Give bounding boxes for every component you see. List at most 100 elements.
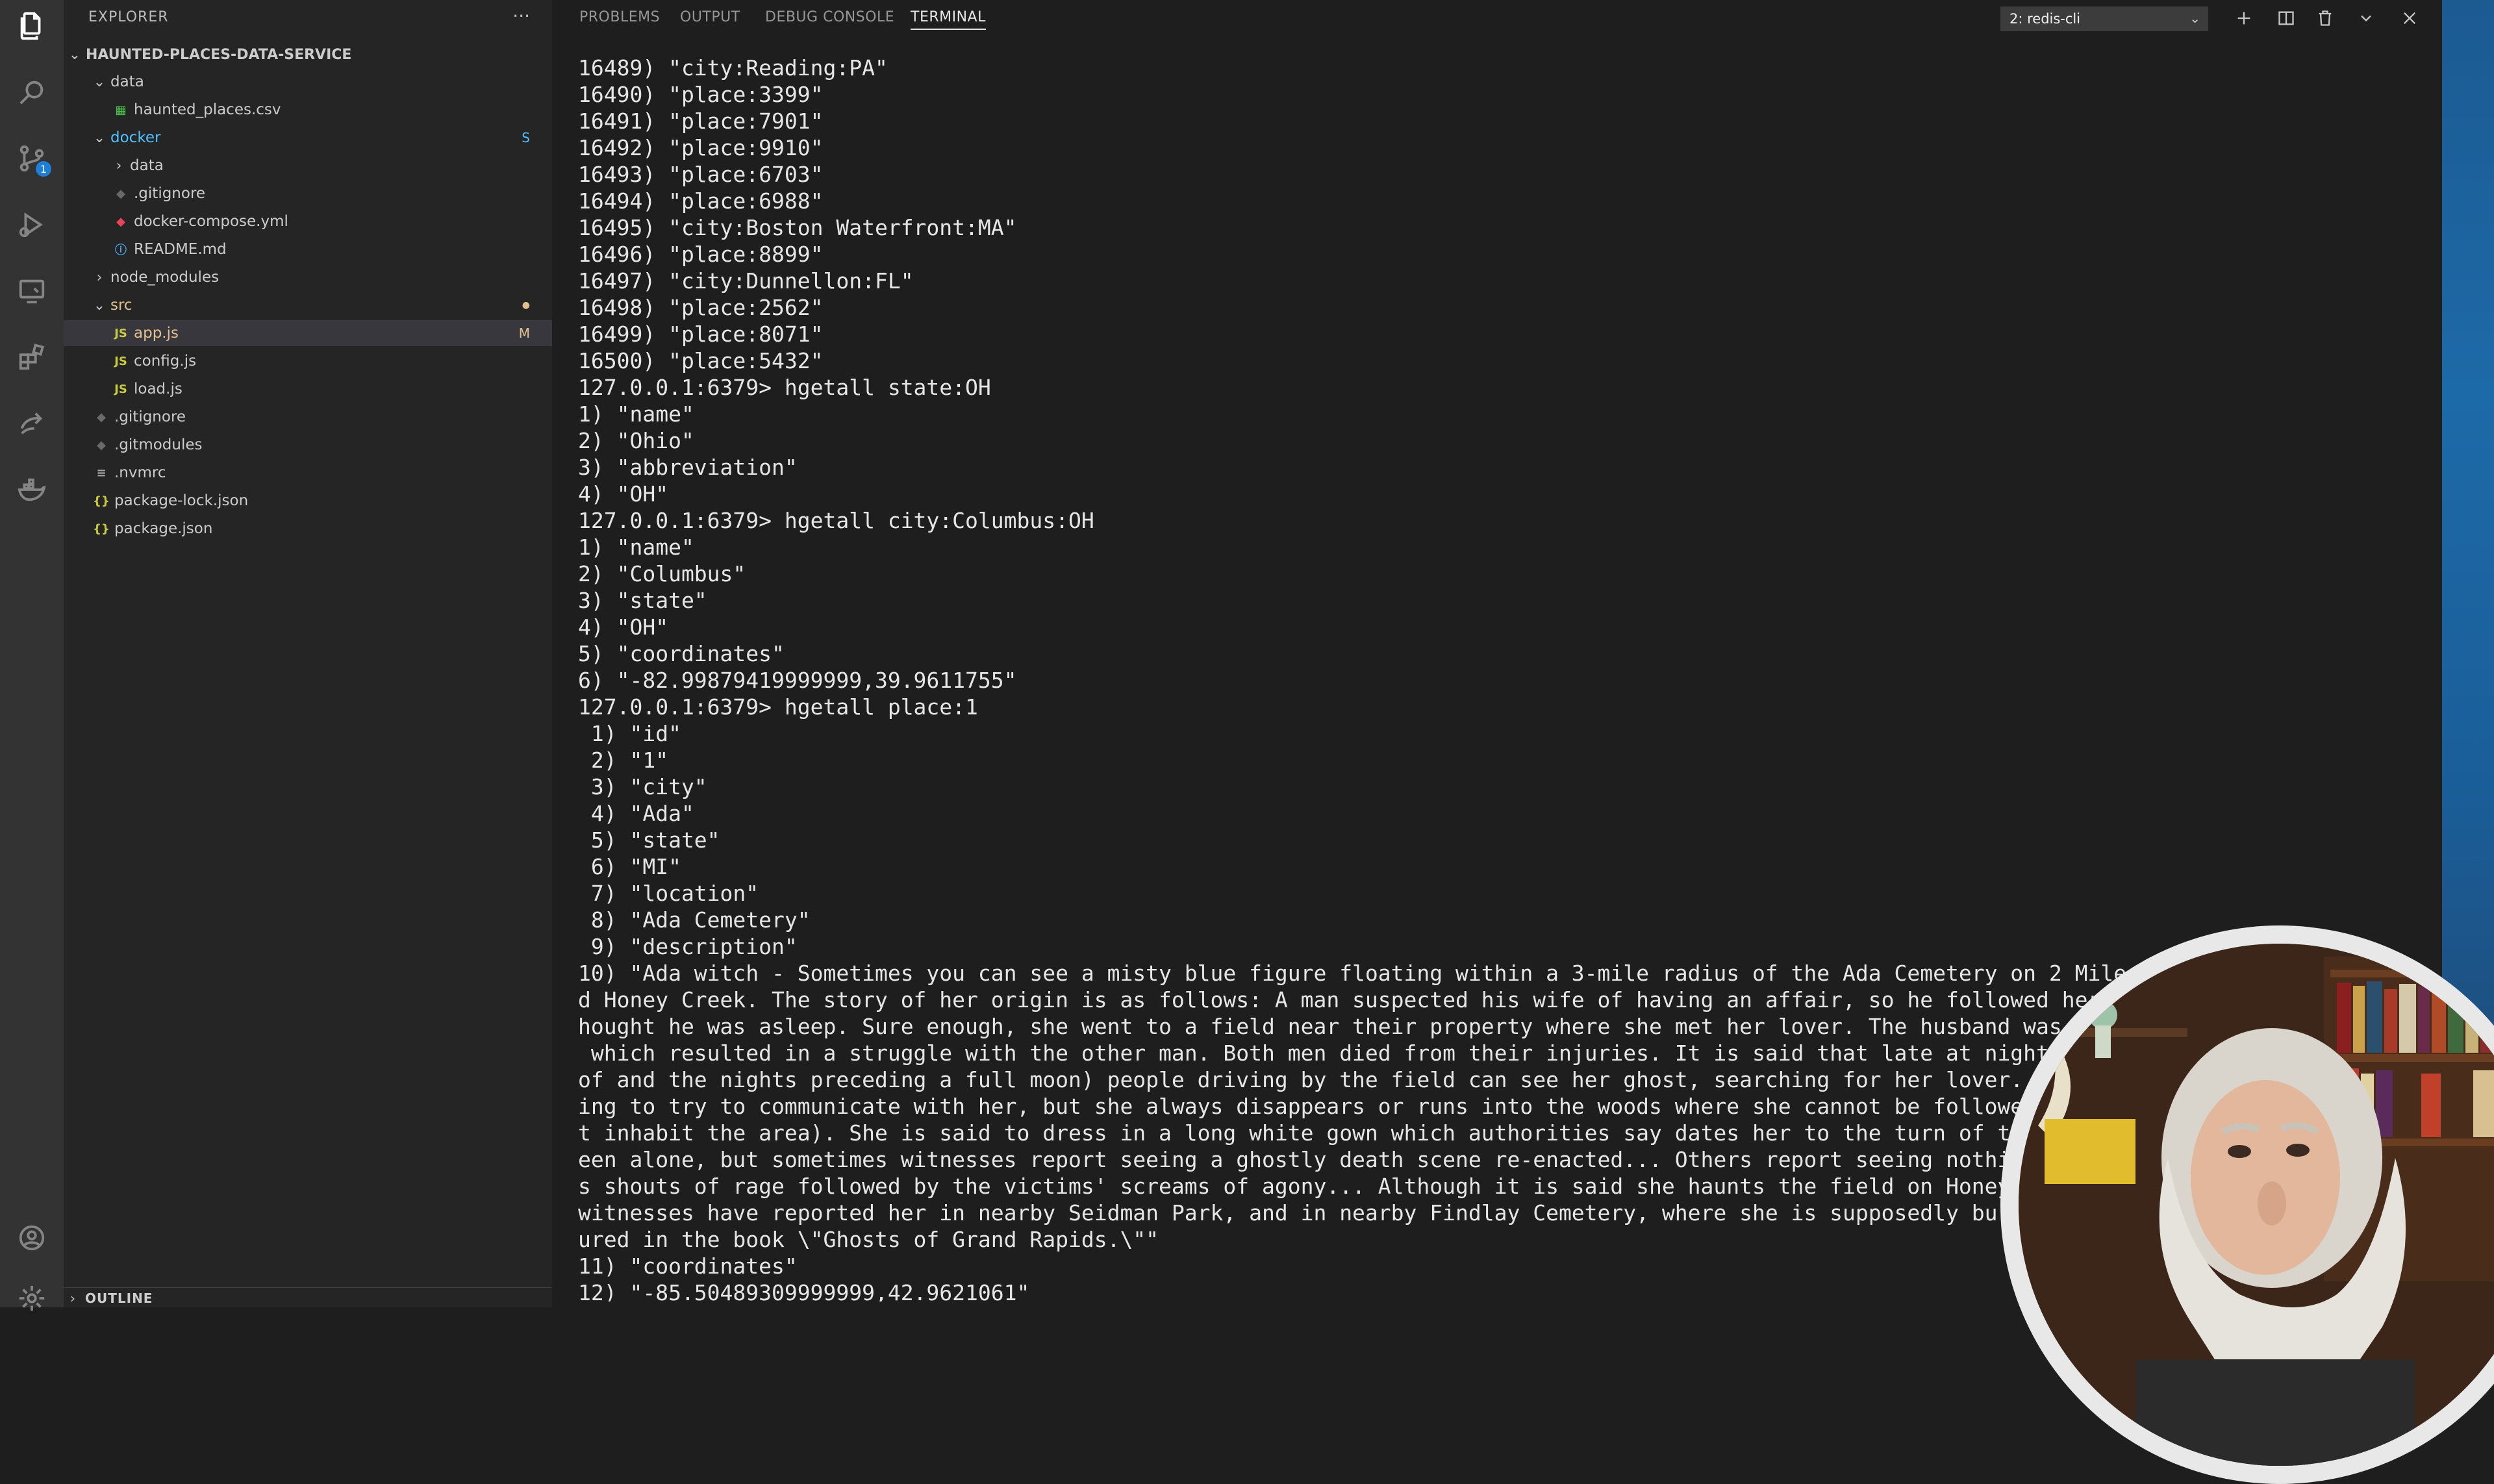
tab-terminal[interactable]: TERMINAL: [911, 9, 986, 30]
terminal-select-value: 2: redis-cli: [2009, 11, 2081, 27]
chevron-down-icon: ⌄: [68, 46, 81, 63]
terminal-line: 16499) "place:8071": [578, 321, 824, 347]
terminal-line: 16497) "city:Dunnellon:FL": [578, 268, 914, 294]
git-file-icon: ◆: [97, 438, 106, 452]
terminal-line: 4) "OH": [578, 481, 669, 507]
tree-item-label: package-lock.json: [114, 492, 249, 509]
panel-tabs: PROBLEMS OUTPUT DEBUG CONSOLE TERMINAL 2…: [552, 0, 2442, 38]
account-icon[interactable]: [16, 1222, 47, 1253]
folder-item[interactable]: ⌄ docker S: [64, 125, 552, 151]
json-file-icon: {}: [93, 522, 110, 536]
extensions-icon[interactable]: [16, 342, 47, 373]
terminal-line: 2) "Ohio": [578, 428, 694, 453]
terminal-line: 1) "name": [578, 534, 694, 560]
activity-bar: 1: [0, 0, 64, 1311]
remote-explorer-icon[interactable]: [16, 275, 47, 307]
chevron-down-icon: ⌄: [93, 297, 106, 314]
terminal-line: 4) "Ada": [578, 801, 694, 826]
maximize-panel-icon[interactable]: [2353, 5, 2379, 31]
terminal-line: 5) "state": [578, 827, 720, 853]
tab-output[interactable]: OUTPUT: [680, 9, 740, 29]
config-file-icon: ≡: [96, 466, 107, 480]
chevron-right-icon: ›: [70, 1290, 76, 1306]
tree-item-label: README.md: [134, 241, 227, 258]
file-item[interactable]: JS app.js M: [64, 320, 552, 346]
file-item[interactable]: JS load.js: [64, 376, 552, 402]
live-share-icon[interactable]: [16, 408, 47, 439]
tree-item-label: docker-compose.yml: [134, 213, 288, 230]
docker-file-icon: ◆: [116, 214, 125, 229]
docker-icon[interactable]: [16, 474, 47, 505]
terminal-select[interactable]: 2: redis-cli ⌄: [2000, 6, 2208, 31]
chevron-right-icon: ›: [96, 269, 103, 286]
files-icon[interactable]: [16, 10, 47, 42]
terminal-line: 6) "MI": [578, 854, 681, 879]
explorer-sidebar: EXPLORER ··· ⌄ HAUNTED-PLACES-DATA-SERVIC…: [64, 0, 552, 1307]
terminal-line: 16489) "city:Reading:PA": [578, 55, 888, 81]
terminal-line: 7) "location": [578, 881, 759, 906]
terminal-line: 5) "coordinates": [578, 641, 785, 666]
more-actions-icon[interactable]: ···: [512, 5, 530, 27]
kill-terminal-icon[interactable]: [2312, 5, 2338, 31]
presenter-video: [2019, 944, 2494, 1466]
run-debug-icon[interactable]: [16, 209, 47, 240]
terminal-line: 3) "state": [578, 588, 707, 613]
outline-section[interactable]: › OUTLINE: [64, 1287, 552, 1308]
tree-item-label: haunted_places.csv: [134, 101, 281, 118]
explorer-title: EXPLORER: [88, 9, 169, 25]
file-item[interactable]: ◆ .gitmodules: [64, 432, 552, 458]
source-control-icon[interactable]: 1: [16, 143, 51, 177]
folder-item[interactable]: ⌄ src ●: [64, 292, 552, 318]
file-item[interactable]: JS config.js: [64, 348, 552, 374]
tree-item-label: HAUNTED-PLACES-DATA-SERVICE: [86, 46, 352, 63]
tree-item-label: package.json: [114, 520, 213, 537]
file-item[interactable]: ◆ .gitignore: [64, 181, 552, 207]
tree-item-label: .nvmrc: [114, 464, 166, 481]
terminal-line: 16498) "place:2562": [578, 295, 824, 320]
new-terminal-icon[interactable]: [2231, 5, 2257, 31]
tree-item-label: config.js: [134, 353, 197, 370]
terminal-line: 16494) "place:6988": [578, 188, 824, 214]
tab-problems[interactable]: PROBLEMS: [579, 9, 660, 29]
terminal-line: 16495) "city:Boston Waterfront:MA": [578, 215, 1017, 240]
tree-item-label: data: [130, 157, 164, 174]
file-item[interactable]: ◆ docker-compose.yml: [64, 208, 552, 234]
tree-item-label: load.js: [134, 381, 183, 397]
tree-item-label: .gitmodules: [114, 436, 203, 453]
chevron-down-icon: ⌄: [93, 129, 106, 146]
terminal-line: 16500) "place:5432": [578, 348, 824, 373]
git-status-badge: S: [522, 130, 530, 145]
git-status-badge: ●: [522, 300, 530, 310]
git-file-icon: ◆: [97, 410, 106, 424]
terminal-line: 16490) "place:3399": [578, 82, 824, 107]
folder-item[interactable]: › data: [64, 153, 552, 179]
file-item[interactable]: ≡ .nvmrc: [64, 460, 552, 486]
file-item[interactable]: ▦ haunted_places.csv: [64, 97, 552, 123]
terminal-line: 4) "OH": [578, 614, 669, 640]
terminal-line: 1) "name": [578, 401, 694, 427]
split-terminal-icon[interactable]: [2273, 5, 2299, 31]
js-file-icon: JS: [114, 354, 127, 368]
chevron-down-icon: ⌄: [93, 73, 106, 90]
search-icon[interactable]: [16, 77, 47, 108]
folder-item[interactable]: › node_modules: [64, 264, 552, 290]
file-item[interactable]: {} package-lock.json: [64, 488, 552, 514]
folder-item[interactable]: ⌄ data: [64, 69, 552, 95]
close-panel-icon[interactable]: [2397, 5, 2423, 31]
file-item[interactable]: ◆ .gitignore: [64, 404, 552, 430]
settings-gear-icon[interactable]: [16, 1283, 47, 1314]
terminal-line: 2) "1": [578, 748, 669, 773]
terminal-line: 127.0.0.1:6379> hgetall place:1: [578, 694, 978, 720]
workspace-root[interactable]: ⌄ HAUNTED-PLACES-DATA-SERVICE: [64, 42, 552, 68]
terminal-line: 2) "Columbus": [578, 561, 746, 586]
terminal-line: 16493) "place:6703": [578, 162, 824, 187]
tree-item-label: data: [110, 73, 144, 90]
tab-debug-console[interactable]: DEBUG CONSOLE: [765, 9, 894, 29]
source-control-badge: 1: [36, 161, 51, 177]
chevron-right-icon: ›: [116, 157, 122, 174]
terminal-line: 3) "abbreviation": [578, 455, 798, 480]
tree-item-label: app.js: [134, 325, 179, 342]
file-item[interactable]: {} package.json: [64, 516, 552, 542]
chevron-down-icon: ⌄: [2189, 10, 2200, 26]
file-item[interactable]: ⓘ README.md: [64, 236, 552, 262]
